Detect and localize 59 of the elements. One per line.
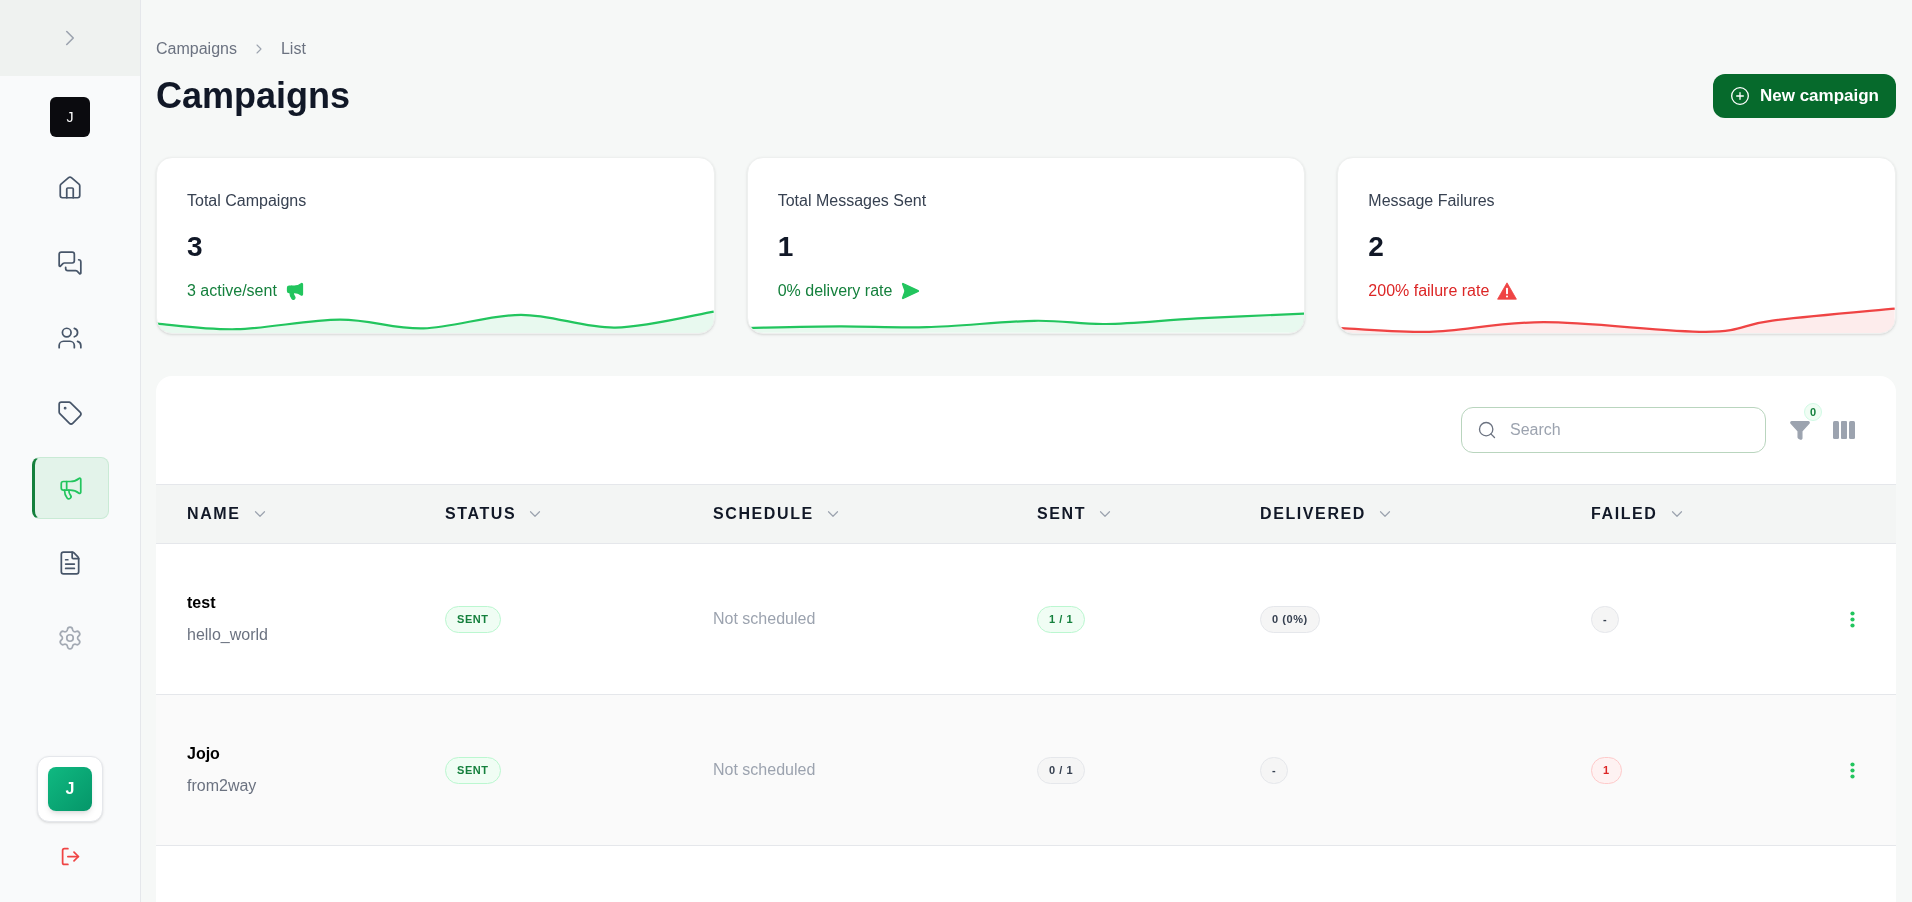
campaign-name: test xyxy=(187,593,216,613)
plus-circle-icon xyxy=(1729,86,1750,106)
stat-note: 0% delivery rate xyxy=(777,281,893,301)
template-name: from2way xyxy=(187,776,257,796)
sent-badge: 0 / 1 xyxy=(1037,756,1086,784)
filter-count-badge: 0 xyxy=(1804,403,1822,421)
nav-item[interactable] xyxy=(31,457,109,519)
stat-value: 3 xyxy=(187,231,204,263)
breadcrumb-link[interactable]: Campaigns xyxy=(156,39,237,59)
schedule-text: Not scheduled xyxy=(713,760,816,780)
page-title: Campaigns xyxy=(156,74,351,118)
stat-label: Message Failures xyxy=(1368,191,1496,211)
new-campaign-button[interactable]: New campaign xyxy=(1712,74,1896,118)
delivered-badge: - xyxy=(1260,756,1289,784)
logout-icon xyxy=(59,846,81,867)
column-header[interactable]: SENT xyxy=(1037,502,1115,526)
status-badge: SENT xyxy=(445,756,501,784)
column-header[interactable]: STATUS xyxy=(445,502,545,526)
stat-value: 2 xyxy=(1368,231,1385,263)
megaphone-icon xyxy=(58,475,84,501)
kebab-icon xyxy=(1850,761,1855,779)
row-actions-button[interactable] xyxy=(1850,610,1855,628)
filter-button[interactable] xyxy=(1789,419,1811,441)
stat-label: Total Messages Sent xyxy=(777,191,928,211)
document-icon xyxy=(57,550,83,576)
columns-button[interactable] xyxy=(1833,421,1855,439)
stat-label: Total Campaigns xyxy=(187,191,308,211)
column-header[interactable]: DELIVERED xyxy=(1260,502,1394,526)
logout-button[interactable] xyxy=(59,846,81,867)
stat-note: 200% failure rate xyxy=(1368,281,1490,301)
column-header[interactable]: SCHEDULE xyxy=(713,502,842,526)
failed-badge: - xyxy=(1591,605,1620,633)
failed-badge: 1 xyxy=(1591,756,1622,784)
template-name: hello_world xyxy=(187,625,268,645)
chat-icon xyxy=(57,250,83,276)
funnel-icon xyxy=(1789,419,1811,441)
schedule-text: Not scheduled xyxy=(713,609,816,629)
kebab-icon xyxy=(1850,610,1855,628)
workspace-avatar[interactable]: J xyxy=(50,97,90,137)
settings-icon xyxy=(57,625,83,651)
megaphone-icon xyxy=(284,281,305,301)
search-icon xyxy=(1477,420,1497,440)
column-header[interactable]: NAME xyxy=(187,502,269,526)
sent-badge: 1 / 1 xyxy=(1037,605,1086,633)
home-icon xyxy=(57,175,83,201)
warning-icon xyxy=(1497,282,1518,300)
stat-value: 1 xyxy=(777,231,795,263)
tag-icon xyxy=(57,400,83,426)
send-icon xyxy=(900,281,921,301)
campaign-name: Jojo xyxy=(187,744,220,764)
status-badge: SENT xyxy=(445,605,501,633)
column-header[interactable]: FAILED xyxy=(1591,502,1686,526)
delivered-badge: 0 (0%) xyxy=(1260,605,1320,633)
row-actions-button[interactable] xyxy=(1850,761,1855,779)
stat-note: 3 active/sent xyxy=(187,281,277,301)
users-icon xyxy=(57,325,83,351)
columns-icon xyxy=(1833,421,1855,439)
search-field[interactable]: Search xyxy=(1461,407,1766,453)
breadcrumb-current: List xyxy=(280,39,306,59)
